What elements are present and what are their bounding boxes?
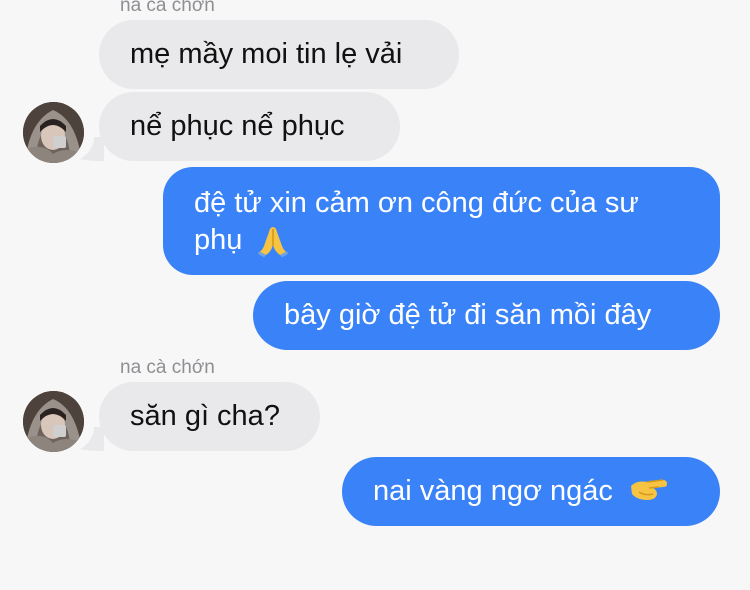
message-bubble-incoming[interactable]: săn gì cha? — [99, 382, 320, 451]
message-text: bây giờ đệ tử đi săn mồi đây — [284, 299, 652, 331]
message-bubble-outgoing[interactable]: nai vàng ngơ ngác — [342, 457, 720, 526]
message-text: nai vàng ngơ ngác — [373, 475, 613, 507]
message-text: săn gì cha? — [130, 400, 280, 432]
folded-hands-icon — [258, 227, 289, 258]
sender-name: na cà chớn — [120, 0, 215, 16]
message-bubble-incoming[interactable]: nể phục nể phục — [99, 92, 400, 161]
avatar[interactable] — [23, 102, 84, 163]
avatar[interactable] — [23, 391, 84, 452]
message-bubble-incoming[interactable]: mẹ mầy moi tin lẹ vải — [99, 20, 459, 89]
sender-name: na cà chớn — [120, 357, 215, 378]
message-bubble-outgoing[interactable]: bây giờ đệ tử đi săn mồi đây — [253, 281, 720, 350]
message-bubble-outgoing[interactable]: đệ tử xin cảm ơn công đức của sư phụ — [163, 167, 720, 275]
bubble-tail — [80, 137, 104, 161]
pinching-hand-icon — [630, 479, 667, 501]
bubble-tail — [80, 427, 104, 451]
message-text: mẹ mầy moi tin lẹ vải — [130, 38, 403, 70]
message-text: nể phục nể phục — [130, 110, 345, 142]
